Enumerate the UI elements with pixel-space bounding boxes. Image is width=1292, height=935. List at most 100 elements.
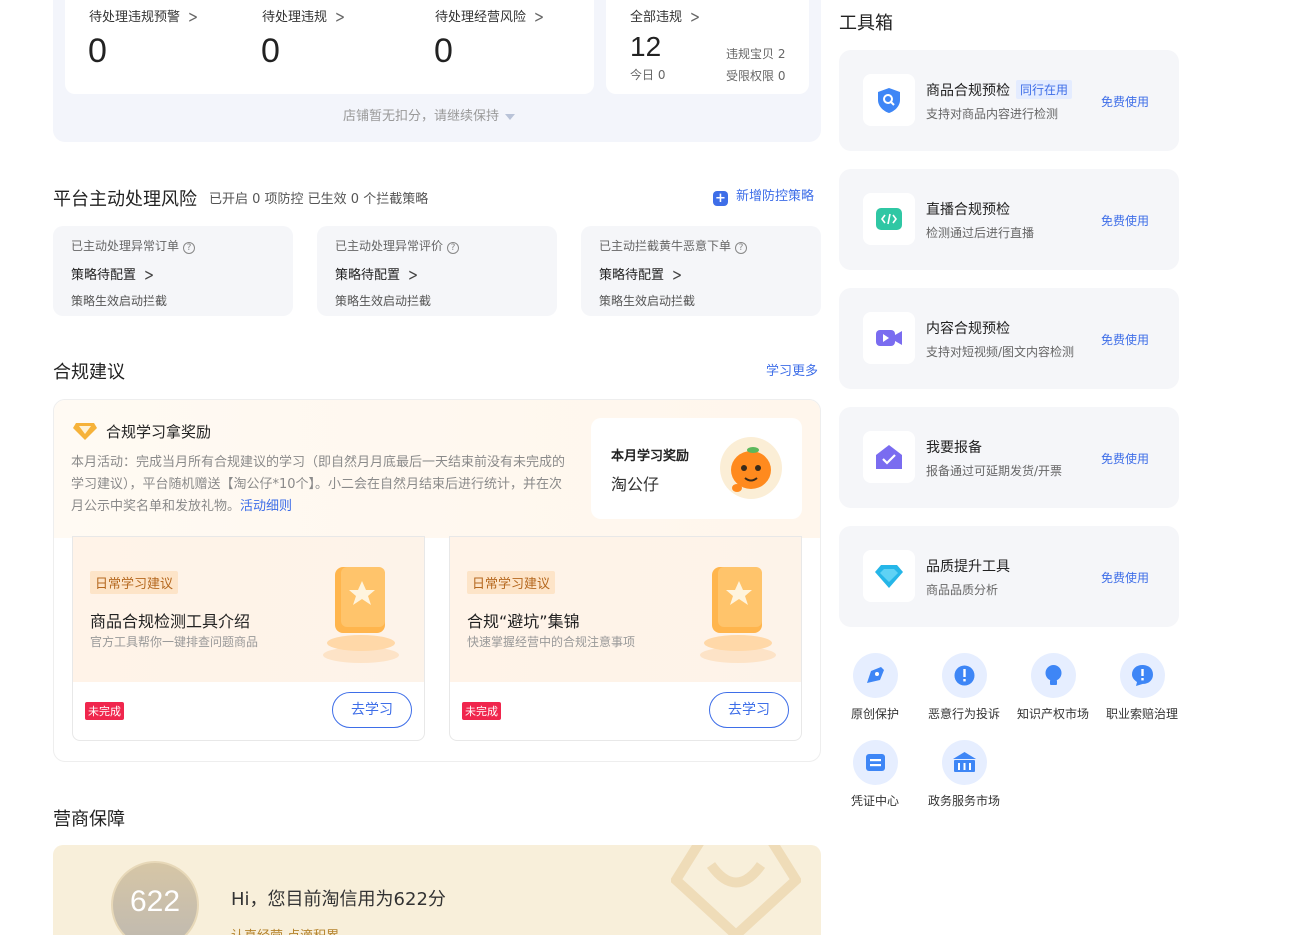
restricted-count: 受限权限 0 <box>726 69 786 83</box>
tool-desc: 支持对商品内容进行检测 <box>926 107 1059 121</box>
tool-card-report[interactable]: 我要报备 报备通过可延期发货/开票 免费使用 <box>839 407 1179 508</box>
reward-title: 合规学习拿奖励 <box>106 423 212 441</box>
house-check-icon <box>863 431 915 483</box>
monthly-reward-title: 本月学习奖励 <box>611 449 690 464</box>
study-title: 商品合规检测工具介绍 <box>90 612 251 631</box>
risk-card-orders: 已主动处理异常订单? 策略待配置 > 策略生效启动拦截 <box>53 226 293 316</box>
score-tip-text: 店铺暂无扣分，请继续保持 <box>343 109 500 124</box>
stat-pending-risk[interactable]: 待处理经营风险 > <box>435 6 545 27</box>
credit-score-circle: 622 <box>111 861 199 935</box>
tool-card-live-check[interactable]: 直播合规预检 检测通过后进行直播 免费使用 <box>839 169 1179 270</box>
alert-icon <box>1120 653 1165 698</box>
plus-icon: + <box>713 191 728 206</box>
toolbox-title: 工具箱 <box>839 13 893 34</box>
stat-pending-warning[interactable]: 待处理违规预警 > <box>89 6 198 27</box>
risk-card-title-text: 已主动处理异常评价 <box>335 239 444 253</box>
all-violations-value: 12 <box>630 31 662 62</box>
stat-label: 待处理经营风险 <box>435 10 527 25</box>
alert-icon <box>942 653 987 698</box>
quick-link-label: 凭证中心 <box>850 794 899 808</box>
activity-rules-link[interactable]: 活动细则 <box>240 499 292 514</box>
stat-value: 0 <box>88 32 107 70</box>
chevron-right-icon: > <box>534 7 545 27</box>
study-desc: 官方工具帮你一键排查问题商品 <box>90 635 259 649</box>
free-use-link[interactable]: 免费使用 <box>1101 212 1149 229</box>
risk-card-status: 策略待配置 <box>599 268 665 283</box>
free-use-link[interactable]: 免费使用 <box>1101 331 1149 348</box>
help-icon[interactable]: ? <box>447 242 460 254</box>
free-use-link[interactable]: 免费使用 <box>1101 569 1149 586</box>
quick-link-label: 知识产权市场 <box>1016 707 1089 721</box>
code-icon <box>863 193 915 245</box>
study-button[interactable]: 去学习 <box>332 692 412 728</box>
risk-card-title: 已主动处理异常订单? <box>71 237 196 254</box>
study-desc: 快速掌握经营中的合规注意事项 <box>467 635 636 649</box>
help-icon[interactable]: ? <box>735 242 748 254</box>
study-title: 合规“避坑”集锦 <box>467 612 580 631</box>
risk-card-desc: 策略生效启动拦截 <box>71 294 168 308</box>
help-icon[interactable]: ? <box>183 242 196 254</box>
tool-name: 商品合规预检 同行在用 <box>926 80 1073 100</box>
diamond-icon <box>863 550 915 602</box>
quick-link-label: 恶意行为投诉 <box>927 707 1000 721</box>
risk-card-desc: 策略生效启动拦截 <box>599 294 696 308</box>
quick-link-voucher-center[interactable]: 凭证中心 <box>830 740 920 820</box>
chevron-right-icon: > <box>408 265 419 285</box>
strategy-config-link[interactable]: 策略待配置 > <box>71 264 155 285</box>
study-tag: 日常学习建议 <box>467 571 556 594</box>
tool-desc: 检测通过后进行直播 <box>926 226 1035 240</box>
strategy-config-link[interactable]: 策略待配置 > <box>599 264 683 285</box>
quick-link-gov-market[interactable]: 政务服务市场 <box>919 740 1009 820</box>
watermark-icon <box>669 845 803 935</box>
tool-desc: 报备通过可延期发货/开票 <box>926 464 1063 478</box>
violation-items-count: 违规宝贝 2 <box>726 47 786 61</box>
quick-link-malicious-report[interactable]: 恶意行为投诉 <box>919 653 1009 733</box>
monthly-reward-card: 本月学习奖励 淘公仔 <box>591 418 802 519</box>
chevron-right-icon: > <box>672 265 683 285</box>
credit-banner[interactable]: 622 Hi，您目前淘信用为622分 认真经营 点滴积累 <box>53 845 821 935</box>
quick-link-label: 政务服务市场 <box>927 794 1000 808</box>
strategy-config-link[interactable]: 策略待配置 > <box>335 264 419 285</box>
stat-label: 全部违规 <box>630 10 683 25</box>
tool-card-content-check[interactable]: 内容合规预检 支持对短视频/图文内容检测 免费使用 <box>839 288 1179 389</box>
today-count: 今日 0 <box>630 68 666 82</box>
credit-subtext: 认真经营 点滴积累 <box>231 925 339 935</box>
add-strategy-link[interactable]: + 新增防控策略 <box>713 185 814 206</box>
book-icon <box>688 557 788 667</box>
study-button[interactable]: 去学习 <box>709 692 789 728</box>
tool-card-product-check[interactable]: 商品合规预检 同行在用 支持对商品内容进行检测 免费使用 <box>839 50 1179 151</box>
reward-description: 本月活动：完成当月所有合规建议的学习（即自然月月底最后一天结束前没有未完成的学习… <box>71 452 571 518</box>
tool-name: 直播合规预检 <box>926 202 1010 218</box>
book-icon <box>311 557 411 667</box>
stat-label: 待处理违规 <box>262 10 328 25</box>
study-card[interactable]: 日常学习建议 合规“避坑”集锦 快速掌握经营中的合规注意事项 未完成 去学习 <box>449 536 802 741</box>
risk-card-reviews: 已主动处理异常评价? 策略待配置 > 策略生效启动拦截 <box>317 226 557 316</box>
risk-card-title: 已主动拦截黄牛恶意下单? <box>599 237 748 254</box>
tool-badge: 同行在用 <box>1016 80 1073 99</box>
status-badge: 未完成 <box>462 702 501 720</box>
quick-link-claim-governance[interactable]: 职业索赔治理 <box>1097 653 1187 733</box>
tool-desc: 支持对短视频/图文内容检测 <box>926 345 1075 359</box>
study-card[interactable]: 日常学习建议 商品合规检测工具介绍 官方工具帮你一键排查问题商品 未完成 去学习 <box>72 536 425 741</box>
quick-link-original-protection[interactable]: 原创保护 <box>830 653 920 733</box>
risk-card-status: 策略待配置 <box>335 268 401 283</box>
quick-link-ip-market[interactable]: 知识产权市场 <box>1008 653 1098 733</box>
free-use-link[interactable]: 免费使用 <box>1101 93 1149 110</box>
free-use-link[interactable]: 免费使用 <box>1101 450 1149 467</box>
monthly-reward-prize: 淘公仔 <box>611 475 660 494</box>
compliance-title: 合规建议 <box>53 362 125 383</box>
stat-pending-violation[interactable]: 待处理违规 > <box>262 6 345 27</box>
all-violations-link[interactable]: 全部违规 > <box>630 6 700 27</box>
add-strategy-label: 新增防控策略 <box>736 189 815 204</box>
credit-score: 622 <box>129 885 181 918</box>
score-tip[interactable]: 店铺暂无扣分，请继续保持 <box>343 105 516 124</box>
pen-icon <box>853 653 898 698</box>
chevron-right-icon: > <box>144 265 155 285</box>
tool-card-quality[interactable]: 品质提升工具 商品品质分析 免费使用 <box>839 526 1179 627</box>
stat-value: 0 <box>261 32 280 70</box>
merchant-title: 营商保障 <box>53 809 125 830</box>
risk-card-status: 策略待配置 <box>71 268 137 283</box>
study-tag: 日常学习建议 <box>90 571 179 594</box>
ticket-icon <box>853 740 898 785</box>
learn-more-link[interactable]: 学习更多 <box>766 360 818 379</box>
